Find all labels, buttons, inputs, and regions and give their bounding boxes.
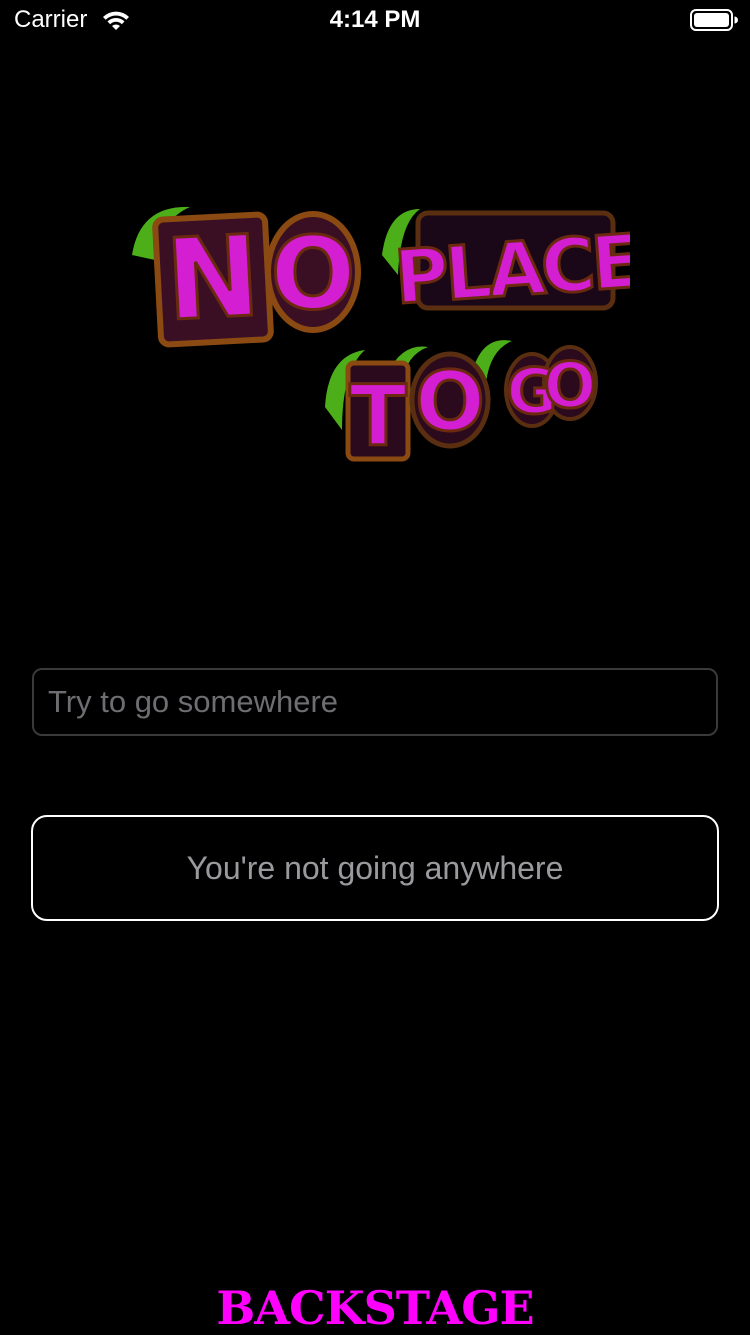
svg-text:O: O: [544, 349, 597, 422]
status-time: 4:14 PM: [329, 6, 421, 33]
logo-line1: N O PLACE: [132, 206, 630, 348]
not-going-anywhere-button[interactable]: You're not going anywhere: [31, 815, 719, 921]
svg-text:O: O: [415, 355, 485, 450]
svg-text:T: T: [349, 367, 406, 465]
button-label: You're not going anywhere: [186, 849, 564, 886]
backstage-brand: BACKSTAGE: [0, 1282, 750, 1334]
status-bar: Carrier 4:14 PM: [0, 0, 750, 40]
logo-line2: T O G O: [325, 340, 598, 467]
brand-text: BACKSTAGE: [216, 1281, 534, 1335]
battery-icon: [690, 9, 738, 31]
svg-text:O: O: [270, 215, 355, 332]
no-place-to-go-logo: N O PLACE T O G O: [132, 206, 630, 467]
svg-text:PLACE: PLACE: [392, 219, 630, 322]
destination-input[interactable]: [32, 668, 718, 736]
svg-text:N: N: [163, 212, 263, 347]
